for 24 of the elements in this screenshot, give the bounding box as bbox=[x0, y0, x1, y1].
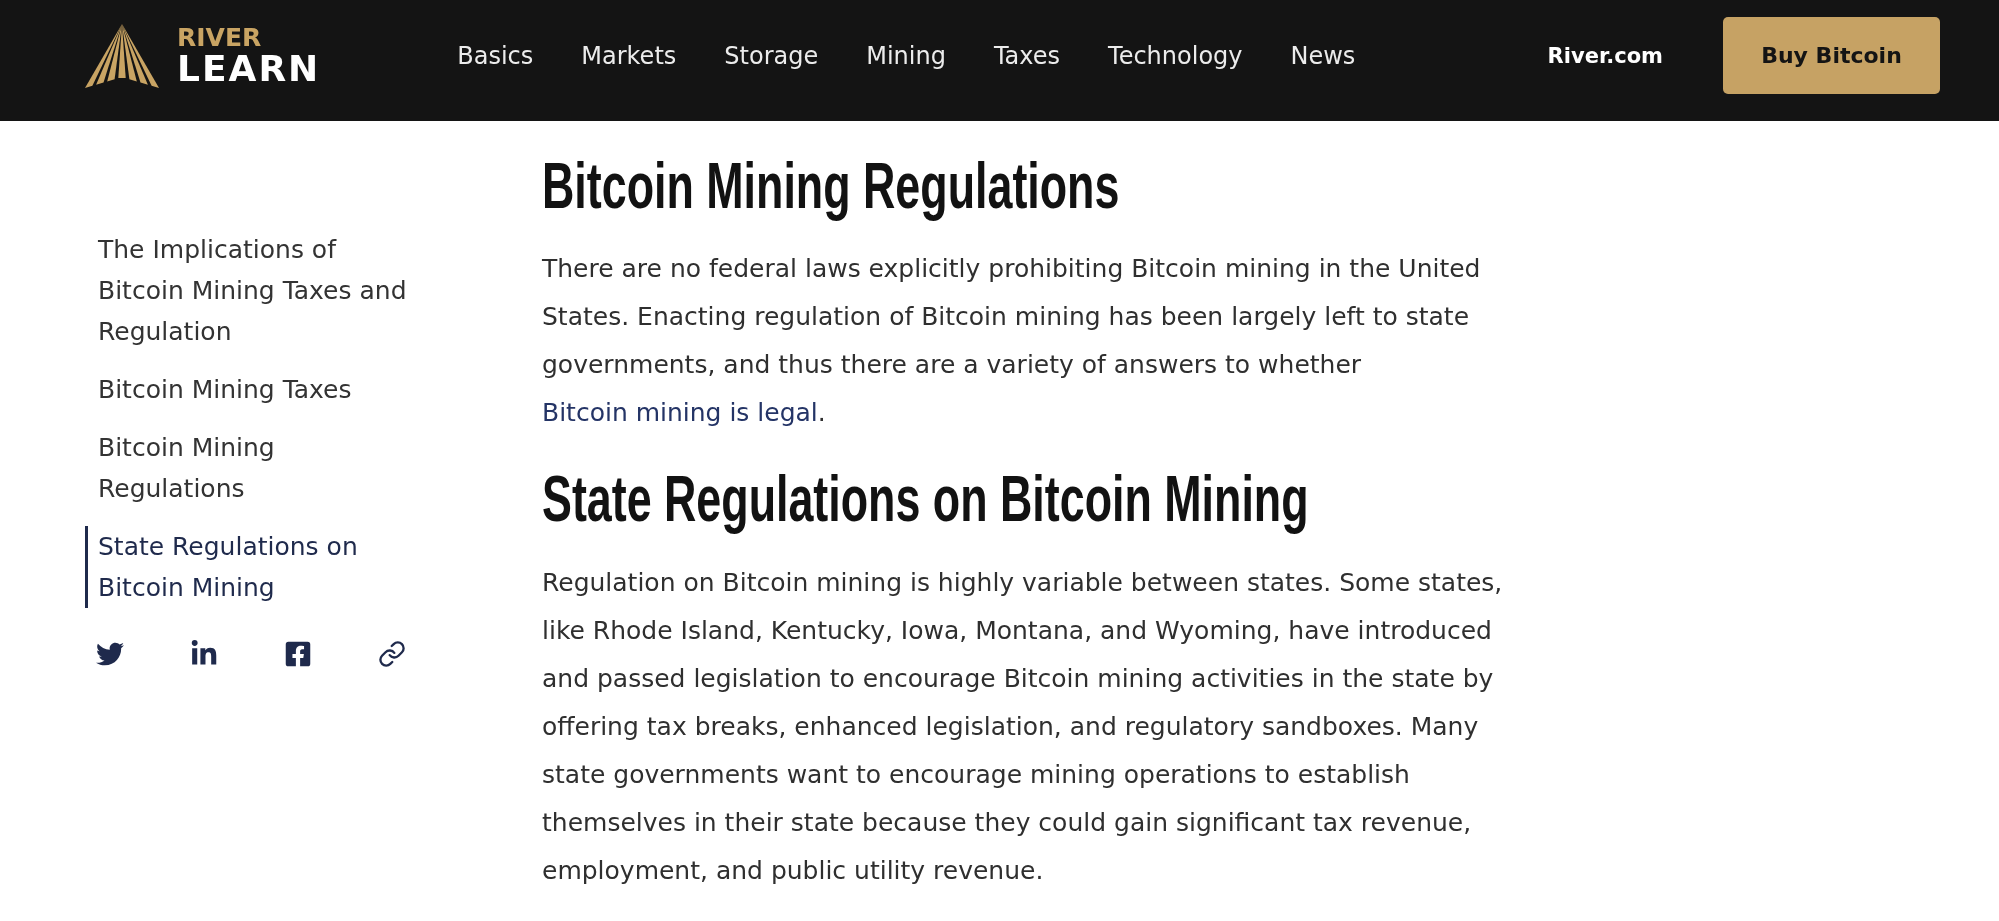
sidebar-item[interactable]: Bitcoin Mining Regulations bbox=[85, 427, 420, 509]
logo-icon[interactable] bbox=[85, 23, 159, 88]
buy-button[interactable]: Buy Bitcoin bbox=[1723, 17, 1940, 94]
nav-link[interactable]: Taxes bbox=[993, 41, 1061, 70]
in-letters-icon[interactable] bbox=[190, 640, 218, 668]
section-heading: Bitcoin Mining Regulations bbox=[542, 151, 1120, 221]
brand-section: LEARN bbox=[177, 51, 321, 87]
nav-link[interactable]: Technology bbox=[1108, 41, 1243, 70]
sidebar-item[interactable]: State Regulations on Bitcoin Mining bbox=[85, 526, 420, 608]
inline-link[interactable]: Bitcoin mining is legal bbox=[542, 398, 818, 427]
chain-link-icon[interactable] bbox=[378, 640, 406, 668]
sidebar-item[interactable]: Bitcoin Mining Taxes bbox=[85, 369, 420, 410]
section-heading: State Regulations on Bitcoin Mining bbox=[542, 464, 1309, 534]
sidebar-item[interactable]: The Implications of Bitcoin Mining Taxes and Regulation bbox=[85, 229, 420, 352]
nav-link[interactable]: News bbox=[1290, 41, 1356, 70]
nav-link[interactable]: Storage bbox=[724, 41, 819, 70]
bird-icon[interactable] bbox=[96, 640, 124, 668]
nav-link[interactable]: Basics bbox=[457, 41, 534, 70]
brand-name: RIVER bbox=[177, 24, 262, 51]
article-paragraph: Regulation on Bitcoin mining is highly variable between states. Some states, like Rhode Island, Kentucky, Iowa, Montana, and Wyoming, have introduced and passed legislation to encourage Bitcoin mining activities in the state by offering tax breaks, enhanced legislation, and regulatory sandboxes. Many state governments want to encourage mining operations to establish themselves in their state because they could gain significant tax revenue, employment, and public utility revenue. bbox=[542, 567, 1504, 887]
nav-link[interactable]: Mining bbox=[866, 41, 946, 70]
nav-link[interactable]: Markets bbox=[581, 41, 677, 70]
article-paragraph: There are no federal laws explicitly prohibiting Bitcoin mining in the United States. Enacting regulation of Bitcoin mining has been largely left to state governments, and thus there are a variety of answers to whether Bitcoin mining is legal. bbox=[542, 253, 1482, 429]
site-link[interactable]: River.com bbox=[1547, 43, 1663, 68]
